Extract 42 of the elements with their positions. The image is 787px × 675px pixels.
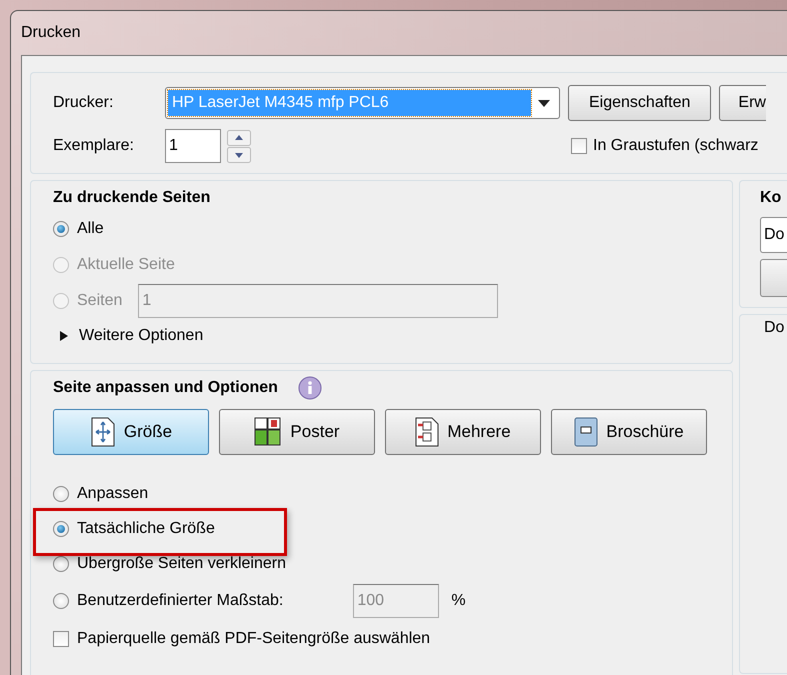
caret-icon [538, 100, 550, 106]
copies-field[interactable]: 1 [165, 129, 221, 163]
booklet-icon [574, 417, 598, 447]
radio-label: Tatsächliche Größe [77, 520, 215, 538]
info-icon[interactable] [298, 376, 322, 400]
section-title: Ko [760, 188, 782, 208]
mode-button[interactable]: Poster [219, 409, 375, 455]
radio-label: Benutzerdefinierter Maßstab: [77, 592, 284, 610]
window-title: Drucken [21, 23, 82, 43]
checkbox-label: Papierquelle gemäß PDF-Seitengröße auswählen [77, 630, 430, 648]
printer-label: Drucker: [53, 94, 114, 112]
radio-button[interactable] [53, 556, 69, 572]
radio-button[interactable] [53, 593, 69, 609]
preview-label: Do [764, 319, 784, 336]
mode-button[interactable]: Broschüre [551, 409, 707, 455]
dialog-button[interactable]: Erw [719, 85, 766, 121]
radio-button[interactable] [53, 221, 69, 237]
side-dropdown[interactable]: Do [760, 217, 787, 253]
radio-label: Alle [77, 220, 104, 238]
radio-label: Seiten [77, 292, 122, 310]
checkbox-label: In Graustufen (schwarz [593, 137, 758, 155]
mode-button[interactable]: Größe [53, 409, 209, 455]
more-options-toggle[interactable]: Weitere Optionen [53, 319, 732, 353]
unit-label: % [451, 592, 466, 610]
section-title: Zu druckende Seiten [53, 188, 212, 208]
checkbox[interactable] [571, 138, 587, 154]
radio-button[interactable] [53, 521, 69, 537]
multiple-pages-icon [415, 417, 440, 447]
radio-button[interactable] [53, 486, 69, 502]
checkbox[interactable] [53, 631, 69, 647]
radio-label: Aktuelle Seite [77, 256, 175, 274]
mode-button[interactable]: Mehrere [385, 409, 541, 455]
dialog-button[interactable]: Eigenschaften [568, 85, 712, 121]
section-title: Seite anpassen und Optionen [53, 378, 278, 398]
radio-label: Übergroße Seiten verkleinern [77, 555, 286, 573]
spin-down-icon[interactable] [227, 146, 251, 162]
tiled-pages-icon [254, 417, 282, 447]
page-arrows-icon [90, 417, 116, 447]
radio-label: Anpassen [77, 485, 148, 503]
expand-triangle-icon [59, 331, 69, 341]
copies-label: Exemplare: [53, 137, 135, 155]
spin-up-icon[interactable] [227, 130, 251, 146]
